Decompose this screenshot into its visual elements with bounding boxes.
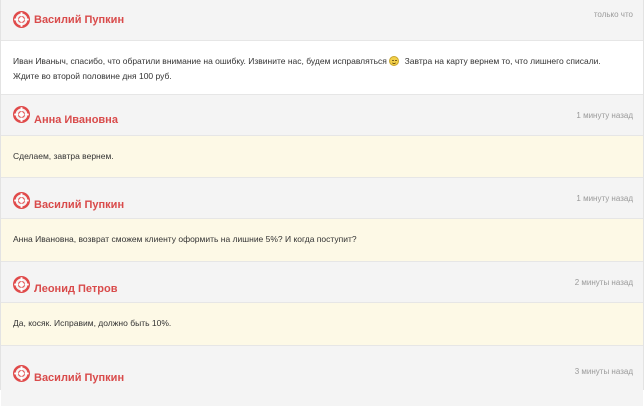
message-header: Анна Ивановна 1 минуту назад bbox=[1, 95, 643, 136]
message-time: 3 минуты назад bbox=[574, 367, 633, 376]
author-name[interactable]: Василий Пупкин bbox=[34, 14, 124, 26]
author-name[interactable]: Анна Ивановна bbox=[34, 114, 118, 126]
message-time: 1 минуту назад bbox=[576, 111, 633, 120]
lifebuoy-icon[interactable] bbox=[13, 11, 30, 28]
message-body: Иван Иваныч, спасибо, что обратили внима… bbox=[1, 41, 643, 95]
author-name[interactable]: Василий Пупкин bbox=[34, 372, 124, 384]
message-feed: Василий Пупкин только что Иван Иваныч, с… bbox=[0, 0, 644, 406]
author-name[interactable]: Василий Пупкин bbox=[34, 199, 124, 211]
message-time: 1 минуту назад bbox=[576, 194, 633, 203]
message-text: Да, косяк. Исправим, должно быть 10%. bbox=[13, 318, 172, 328]
message-body: Сделаем, завтра вернем. bbox=[1, 136, 643, 178]
message-body: Анна Ивановна, возврат сможем клиенту оф… bbox=[1, 219, 643, 262]
message: Анна Ивановна 1 минуту назад Сделаем, за… bbox=[1, 95, 643, 178]
smile-icon bbox=[389, 56, 400, 66]
author-name[interactable]: Леонид Петров bbox=[34, 283, 117, 295]
message-time: 2 минуты назад bbox=[574, 278, 633, 287]
message: Василий Пупкин 1 минуту назад Анна Ивано… bbox=[1, 178, 643, 262]
lifebuoy-icon[interactable] bbox=[13, 365, 30, 382]
message-header: Василий Пупкин 1 минуту назад bbox=[1, 178, 643, 219]
message-body: Да, косяк. Исправим, должно быть 10%. bbox=[1, 303, 643, 346]
message-header: Василий Пупкин только что bbox=[1, 0, 643, 41]
message: Василий Пупкин 3 минуты назад bbox=[1, 346, 643, 406]
message-time: только что bbox=[593, 10, 633, 19]
lifebuoy-icon[interactable] bbox=[13, 276, 30, 293]
message-text: Сделаем, завтра вернем. bbox=[13, 151, 114, 161]
message-header: Леонид Петров 2 минуты назад bbox=[1, 262, 643, 303]
message: Василий Пупкин только что Иван Иваныч, с… bbox=[1, 0, 643, 95]
message-text: Иван Иваныч, спасибо, что обратили внима… bbox=[13, 56, 387, 66]
lifebuoy-icon[interactable] bbox=[13, 106, 30, 123]
message-header: Василий Пупкин 3 минуты назад bbox=[1, 346, 643, 406]
message: Леонид Петров 2 минуты назад Да, косяк. … bbox=[1, 262, 643, 346]
message-text: Анна Ивановна, возврат сможем клиенту оф… bbox=[13, 234, 357, 244]
lifebuoy-icon[interactable] bbox=[13, 192, 30, 209]
